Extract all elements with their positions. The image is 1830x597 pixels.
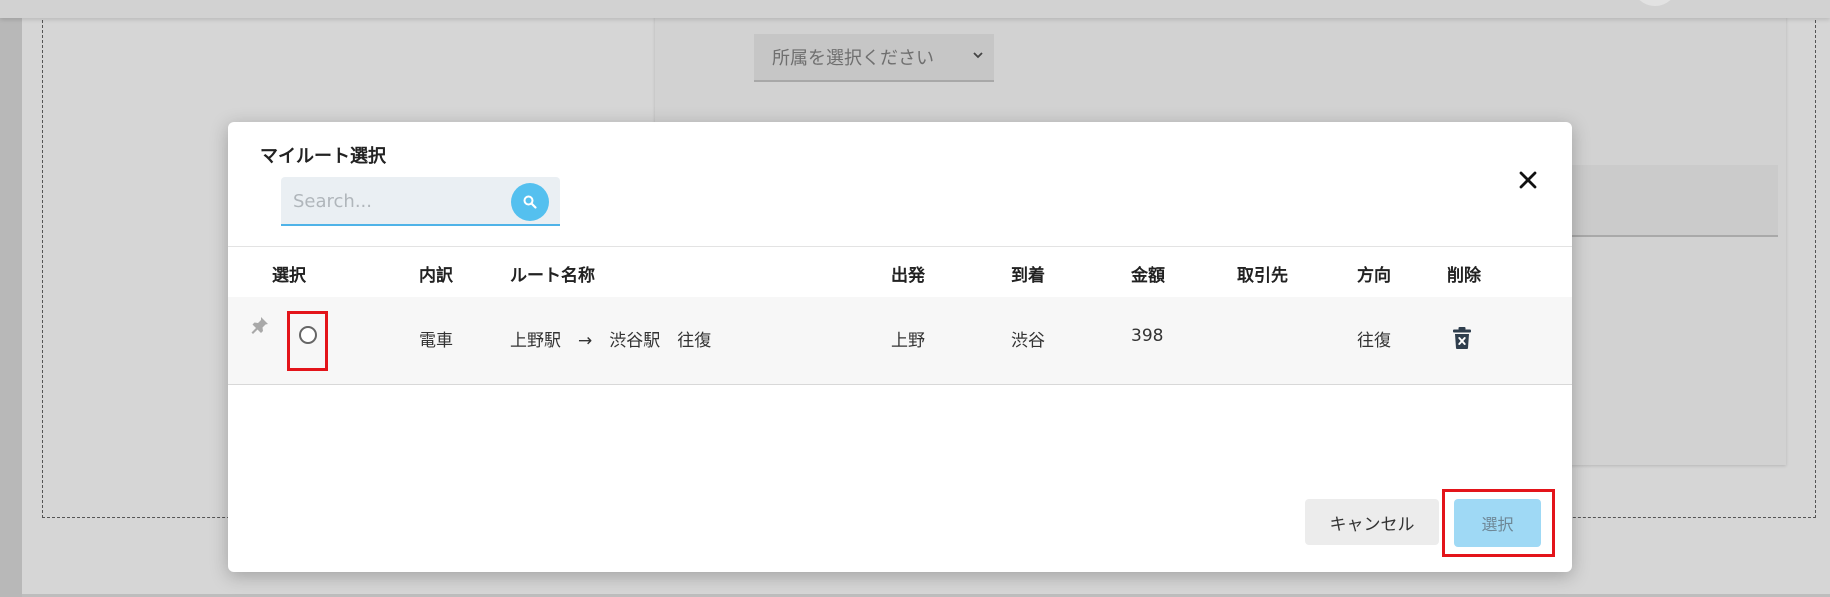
table-row: 電車 上野駅 → 渋谷駅 往復 上野 渋谷 398 往復	[228, 297, 1572, 385]
close-button[interactable]	[1513, 165, 1543, 195]
cell-arrival: 渋谷	[1011, 331, 1045, 351]
background-input-field	[1560, 165, 1778, 237]
column-header-arrival: 到着	[1011, 266, 1045, 286]
dialog-title: マイルート選択	[260, 146, 386, 167]
trash-delete-icon[interactable]	[1452, 326, 1472, 354]
column-header-amount: 金額	[1131, 266, 1165, 286]
affiliation-select[interactable]: 所属を選択ください	[754, 34, 994, 82]
column-header-departure: 出発	[891, 266, 925, 286]
column-header-route-name: ルート名称	[510, 266, 595, 286]
route-select-radio-highlight	[287, 311, 328, 371]
affiliation-select-value: 所属を選択ください	[772, 48, 934, 69]
search-icon	[523, 195, 537, 209]
cell-breakdown: 電車	[419, 331, 453, 351]
column-header-breakdown: 内訳	[419, 266, 453, 286]
cell-amount: 398	[1131, 326, 1164, 346]
select-button-highlight: 選択	[1442, 489, 1555, 557]
cancel-button[interactable]: キャンセル	[1305, 499, 1439, 545]
search-box	[281, 177, 560, 226]
column-header-select: 選択	[272, 266, 306, 286]
select-button[interactable]: 選択	[1454, 499, 1541, 547]
column-header-direction: 方向	[1357, 266, 1391, 286]
search-button[interactable]	[511, 183, 549, 221]
chevron-down-icon	[972, 47, 984, 65]
my-route-select-dialog: マイルート選択 選択 内訳 ルート名称 出発 到着 金額 取引先 方向 削除	[228, 122, 1572, 572]
route-table-header: 選択 内訳 ルート名称 出発 到着 金額 取引先 方向 削除	[228, 246, 1572, 298]
cell-direction: 往復	[1357, 331, 1391, 351]
background-sidebar-strip	[0, 0, 22, 597]
background-header-bar	[0, 0, 1830, 18]
column-header-client: 取引先	[1237, 266, 1288, 286]
column-header-delete: 削除	[1447, 266, 1481, 286]
pin-icon[interactable]	[250, 315, 270, 339]
search-input[interactable]	[291, 185, 505, 217]
close-icon	[1519, 171, 1537, 189]
cell-route-name: 上野駅 → 渋谷駅 往復	[510, 331, 712, 351]
cell-departure: 上野	[891, 331, 925, 351]
route-select-radio[interactable]	[298, 326, 317, 344]
